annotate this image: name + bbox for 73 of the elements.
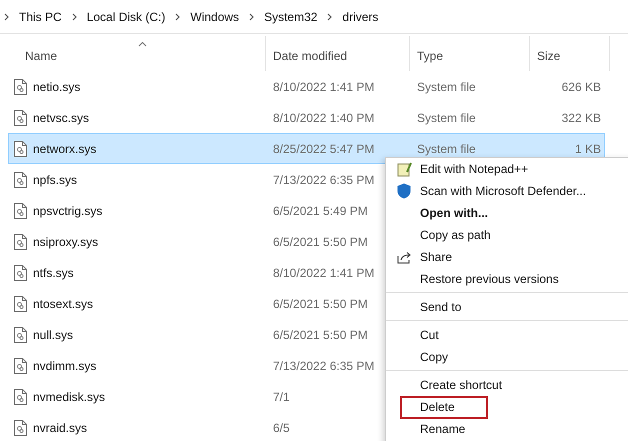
file-row[interactable]: networx.sys 8/25/2022 5:47 PM System file 1 KB xyxy=(8,133,605,164)
file-row[interactable]: netvsc.sys 8/10/2022 1:40 PM System file 322 KB xyxy=(8,102,605,133)
date-modified: 6/5/2021 5:50 PM xyxy=(273,328,368,342)
file-icon xyxy=(14,326,27,342)
column-header[interactable]: Type xyxy=(417,49,444,63)
file-icon xyxy=(14,202,27,218)
menu-item[interactable]: Create shortcut xyxy=(386,374,628,396)
file-name: nvdimm.sys xyxy=(33,358,96,372)
file-name: netio.sys xyxy=(33,80,80,94)
file-name: nsiproxy.sys xyxy=(33,234,98,248)
shield-icon xyxy=(397,183,411,199)
file-size: 626 KB xyxy=(562,80,601,94)
file-name: npsvctrig.sys xyxy=(33,204,102,218)
menu-item[interactable]: Restore previous versions xyxy=(386,268,628,290)
file-icon xyxy=(14,78,27,94)
file-icon xyxy=(14,264,27,280)
menu-item[interactable]: Scan with Microsoft Defender... xyxy=(386,180,628,202)
file-icon xyxy=(14,358,27,374)
breadcrumb-item[interactable]: System32 xyxy=(264,10,318,24)
breadcrumb-item[interactable]: Local Disk (C:) xyxy=(86,10,166,24)
date-modified: 7/13/2022 6:35 PM xyxy=(273,358,374,372)
menu-item[interactable]: Send to xyxy=(386,296,628,318)
breadcrumb-item[interactable]: This PC xyxy=(19,10,62,24)
menu-item[interactable]: Share xyxy=(386,246,628,268)
file-icon xyxy=(14,140,27,156)
date-modified: 6/5 xyxy=(273,420,290,434)
file-row[interactable]: netio.sys 8/10/2022 1:41 PM System file 626 KB xyxy=(8,71,605,102)
date-modified: 8/10/2022 1:41 PM xyxy=(273,80,374,94)
date-modified: 6/5/2021 5:49 PM xyxy=(273,204,368,218)
file-icon xyxy=(14,388,27,404)
file-name: networx.sys xyxy=(33,142,96,156)
menu-item[interactable]: Copy as path xyxy=(386,224,628,246)
menu-item[interactable]: Cut xyxy=(386,324,628,346)
date-modified: 8/25/2022 5:47 PM xyxy=(273,142,374,156)
date-modified: 6/5/2021 5:50 PM xyxy=(273,234,368,248)
file-type: System file xyxy=(417,110,476,124)
chevron-icon xyxy=(72,12,77,20)
date-modified: 8/10/2022 1:41 PM xyxy=(273,266,374,280)
breadcrumb-item[interactable]: Windows xyxy=(190,10,240,24)
column-header[interactable]: Name xyxy=(25,49,58,63)
file-size: 322 KB xyxy=(562,110,601,124)
date-modified: 6/5/2021 5:50 PM xyxy=(273,296,368,310)
menu-item[interactable]: Rename xyxy=(386,418,628,440)
file-name: npfs.sys xyxy=(33,172,78,186)
file-size: 1 KB xyxy=(574,142,601,156)
file-icon xyxy=(14,234,27,250)
chevron-icon xyxy=(327,12,332,20)
date-modified: 7/13/2022 6:35 PM xyxy=(273,172,374,186)
file-icon xyxy=(14,420,27,436)
date-modified: 8/10/2022 1:40 PM xyxy=(273,110,374,124)
file-name: null.sys xyxy=(33,328,74,342)
chevron-icon xyxy=(175,12,180,20)
menu-item[interactable]: Copy xyxy=(386,346,628,368)
file-icon xyxy=(14,296,27,312)
file-icon xyxy=(14,110,27,126)
file-type: System file xyxy=(417,142,476,156)
menu-item[interactable]: Delete xyxy=(386,396,628,418)
file-name: nvmedisk.sys xyxy=(33,390,106,404)
file-name: ntosext.sys xyxy=(33,296,94,310)
breadcrumb-item[interactable]: drivers xyxy=(342,10,378,24)
file-icon xyxy=(14,172,27,188)
menu-item[interactable]: Open with... xyxy=(386,202,628,224)
notepad-icon xyxy=(396,162,412,176)
file-type: System file xyxy=(417,80,476,94)
chevron-icon xyxy=(249,12,254,20)
chevron-icon xyxy=(4,12,9,20)
date-modified: 7/1 xyxy=(273,390,290,404)
share-icon xyxy=(396,250,412,264)
column-header[interactable]: Date modified xyxy=(273,49,348,63)
file-name: ntfs.sys xyxy=(33,266,74,280)
column-header[interactable]: Size xyxy=(537,49,560,63)
file-name: netvsc.sys xyxy=(33,110,90,124)
file-name: nvraid.sys xyxy=(33,420,88,434)
